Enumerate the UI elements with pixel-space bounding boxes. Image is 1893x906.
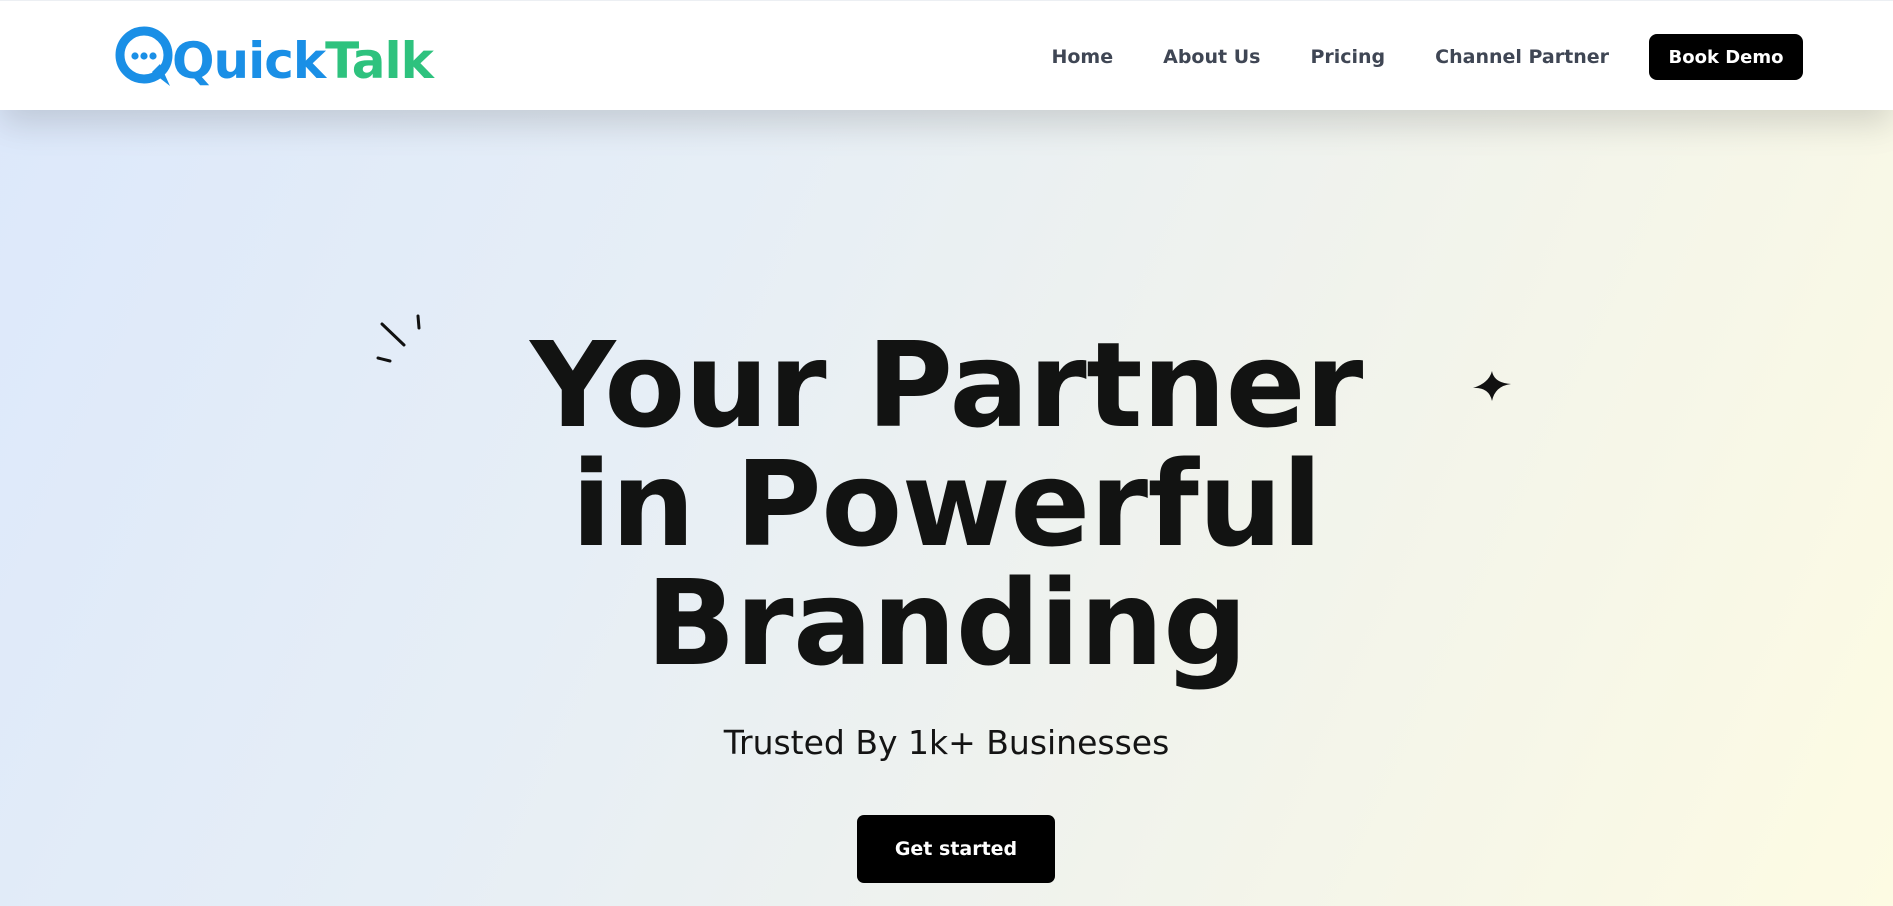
logo-word-talk: Talk [325, 32, 434, 90]
hero-subtitle: Trusted By 1k+ Businesses [723, 723, 1170, 762]
quicktalk-logo[interactable]: QuickTalk [114, 21, 434, 91]
nav-link-channel-partner[interactable]: Channel Partner [1435, 46, 1609, 68]
top-navbar: QuickTalk Home About Us Pricing Channel … [0, 0, 1893, 110]
chat-bubble-logo-icon [114, 24, 176, 88]
hero-headline: Your Partner in Powerful Branding [0, 326, 1893, 683]
headline-line-2: in Powerful [571, 435, 1322, 573]
nav-link-home[interactable]: Home [1051, 46, 1113, 68]
nav-link-pricing[interactable]: Pricing [1310, 46, 1385, 68]
logo-wordmark: QuickTalk [172, 36, 434, 86]
logo-word-quick: Quick [172, 32, 326, 90]
nav-link-about-us[interactable]: About Us [1163, 46, 1260, 68]
headline-line-3: Branding [645, 554, 1248, 692]
get-started-button[interactable]: Get started [857, 815, 1055, 883]
main-nav: Home About Us Pricing Channel Partner Bo… [1051, 34, 1803, 80]
headline-line-1: Your Partner [530, 316, 1363, 454]
book-demo-button[interactable]: Book Demo [1649, 34, 1803, 80]
